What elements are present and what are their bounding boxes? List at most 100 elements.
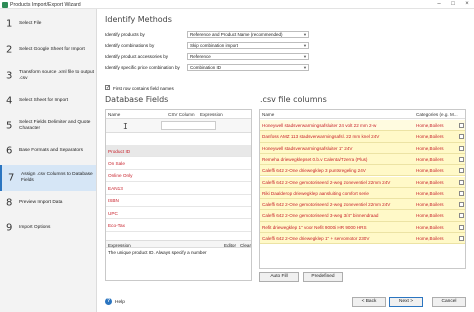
csv-name: Caleffi 642 2-One gemotoriseerd 2-weg zo… bbox=[262, 202, 391, 208]
step-label: Assign .csv Columns to Database Fields bbox=[21, 172, 93, 183]
csv-category: Home,Boilers bbox=[416, 224, 444, 230]
row-checkbox[interactable] bbox=[459, 145, 464, 151]
table-row[interactable]: Eco-Tax bbox=[106, 219, 251, 232]
table-row[interactable]: Honeywell stadsverwarmingsafsluiter 1" 2… bbox=[260, 142, 465, 154]
csv-category: Home,Boilers bbox=[416, 213, 444, 219]
step-assign-columns[interactable]: 7 Assign .csv Columns to Database Fields bbox=[0, 165, 96, 191]
field-description: The unique product ID. Always specify a … bbox=[108, 250, 207, 255]
select-value: Combination ID bbox=[190, 65, 222, 70]
table-row[interactable]: Online Only bbox=[106, 170, 251, 183]
column-header-categories[interactable]: Categories (e.g. M... bbox=[416, 110, 458, 119]
app-icon bbox=[2, 1, 8, 8]
table-row[interactable]: ISBN bbox=[106, 195, 251, 207]
csv-columns-title: .csv file columns bbox=[260, 95, 327, 104]
step-number: 3 bbox=[6, 70, 13, 82]
identify-accessories-row: Identify product accessories by Referenc… bbox=[105, 53, 310, 60]
close-icon[interactable]: × bbox=[460, 0, 474, 9]
identify-accessories-select[interactable]: Reference ▼ bbox=[187, 53, 309, 60]
csv-category: Home,Boilers bbox=[416, 202, 444, 208]
table-row[interactable]: UPC bbox=[106, 207, 251, 220]
step-preview[interactable]: 8 Preview Import Data bbox=[0, 191, 96, 215]
select-value: Reference and Product Name (recommended) bbox=[190, 32, 283, 37]
table-row[interactable]: Caleffi 642 2-One driewegklep 1" + servo… bbox=[260, 233, 465, 245]
csv-name: Riki Daalderop driewegklep aansluiting c… bbox=[262, 190, 369, 196]
row-checkbox[interactable] bbox=[459, 179, 464, 185]
table-row[interactable]: On Sale bbox=[106, 157, 251, 170]
step-number: 2 bbox=[6, 44, 13, 56]
row-checkbox[interactable] bbox=[459, 236, 464, 241]
step-label: Import Options bbox=[19, 225, 51, 231]
step-delimiter[interactable]: 5 Select Fields Delimiter and Quote Char… bbox=[0, 114, 96, 138]
editor-button[interactable]: Editor bbox=[224, 243, 236, 248]
row-checkbox[interactable] bbox=[459, 156, 464, 162]
back-button[interactable]: < Back bbox=[352, 297, 386, 307]
csv-category: Home,Boilers bbox=[416, 190, 444, 196]
row-checkbox[interactable] bbox=[459, 213, 464, 219]
field-name: Product ID bbox=[108, 148, 131, 154]
table-row[interactable]: Caleffi 642 2-One gemotoriseerd 2-weg zo… bbox=[260, 176, 465, 188]
table-row[interactable]: Remeha driewegklepset 0.b.v Calenta/Tzer… bbox=[260, 153, 465, 166]
step-import-options[interactable]: 9 Import Options bbox=[0, 216, 96, 240]
row-checkbox[interactable] bbox=[459, 123, 464, 128]
identify-specific-price-select[interactable]: Combination ID ▼ bbox=[187, 64, 309, 71]
table-row[interactable]: Product ID bbox=[106, 145, 251, 158]
csv-category: Home,Boilers bbox=[416, 156, 444, 162]
step-label: Select Sheet for Import bbox=[19, 98, 69, 104]
help-icon: ? bbox=[105, 298, 112, 305]
step-select-google-sheet[interactable]: 2 Select Google Sheet for Import bbox=[0, 38, 96, 62]
step-select-file[interactable]: 1 Select File bbox=[0, 12, 96, 36]
step-number: 8 bbox=[6, 197, 13, 209]
csv-name: Danfoss AMZ 113 stadsverwarmingsafsl. 22… bbox=[262, 134, 380, 140]
step-base-formats[interactable]: 6 Base Formats and Separators bbox=[0, 139, 96, 163]
filter-input[interactable] bbox=[161, 121, 216, 130]
chevron-down-icon: ▼ bbox=[303, 65, 307, 70]
table-row[interactable]: Caleffi 642 2-One gemotoriseerd 3-weg 3/… bbox=[260, 210, 465, 222]
csv-category: Home,Boilers bbox=[416, 134, 444, 140]
identify-combinations-row: Identify combinations by Skip combinatio… bbox=[105, 42, 310, 49]
step-select-sheet[interactable]: 4 Select Sheet for Import bbox=[0, 89, 96, 113]
row-checkbox[interactable] bbox=[459, 134, 464, 140]
auto-fill-button[interactable]: Auto Fill bbox=[259, 272, 299, 282]
csv-name: Honeywell stadsverwarmingsafsluiter 24 v… bbox=[262, 123, 377, 128]
table-row[interactable]: Honeywell stadsverwarmingsafsluiter 24 v… bbox=[260, 120, 465, 132]
table-row[interactable]: Danfoss AMZ 113 stadsverwarmingsafsl. 22… bbox=[260, 131, 465, 143]
field-name: Online Only bbox=[108, 173, 133, 179]
table-row[interactable]: Riki Daalderop driewegklep aansluiting c… bbox=[260, 187, 465, 200]
expression-label: Expression bbox=[108, 242, 131, 248]
column-header-name[interactable]: Name bbox=[108, 110, 120, 119]
table-row[interactable]: Refit driewegklep 1" voor Nefit 9000i HR… bbox=[260, 221, 465, 233]
identify-combinations-select[interactable]: Skip combination import ▼ bbox=[187, 42, 309, 49]
csv-name: Caleffi 642 2-One driewegklep 1" + servo… bbox=[262, 236, 370, 241]
maximize-icon[interactable]: □ bbox=[446, 0, 460, 9]
row-checkbox[interactable] bbox=[459, 168, 464, 174]
next-button[interactable]: Next > bbox=[389, 297, 423, 307]
select-value: Reference bbox=[190, 54, 211, 59]
table-row[interactable]: EAN13 bbox=[106, 182, 251, 195]
cancel-button[interactable]: Cancel bbox=[432, 297, 466, 307]
column-header-expression[interactable]: Expression bbox=[200, 110, 223, 119]
first-row-field-names-checkbox[interactable]: ✓ bbox=[105, 85, 110, 91]
identify-accessories-label: Identify product accessories by bbox=[105, 54, 169, 59]
field-name: Eco-Tax bbox=[108, 222, 125, 228]
column-header-name[interactable]: Name bbox=[262, 110, 274, 119]
row-checkbox[interactable] bbox=[459, 224, 464, 230]
chevron-down-icon: ▼ bbox=[303, 54, 307, 59]
text-cursor-icon: I bbox=[123, 122, 128, 131]
csv-category: Home,Boilers bbox=[416, 179, 444, 185]
minimize-icon[interactable]: – bbox=[432, 0, 446, 9]
identify-products-select[interactable]: Reference and Product Name (recommended)… bbox=[187, 31, 309, 38]
row-checkbox[interactable] bbox=[459, 202, 464, 208]
help-label: Help bbox=[115, 299, 125, 305]
table-row[interactable]: Caleffi 642 2-One gemotoriseerd 2-weg zo… bbox=[260, 199, 465, 211]
predefined-button[interactable]: Predefined bbox=[303, 272, 343, 282]
step-label: Base Formats and Separators bbox=[19, 148, 83, 154]
clear-button[interactable]: Clear bbox=[240, 243, 251, 248]
identify-products-row: Identify products by Reference and Produ… bbox=[105, 31, 310, 38]
row-checkbox[interactable] bbox=[459, 190, 464, 196]
table-row[interactable]: Caleffi 642 2-One driewegklep 3 puntsreg… bbox=[260, 165, 465, 177]
csv-name: Caleffi 642 2-One gemotoriseerd 2-weg zo… bbox=[262, 179, 391, 185]
column-header-csv-column[interactable]: CSV Column bbox=[168, 110, 195, 119]
step-label: Select Google Sheet for Import bbox=[19, 47, 85, 53]
step-transform-xml[interactable]: 3 Transform source .xml file to output .… bbox=[0, 64, 96, 88]
database-fields-panel: Name CSV Column Expression I Product ID … bbox=[105, 109, 252, 281]
